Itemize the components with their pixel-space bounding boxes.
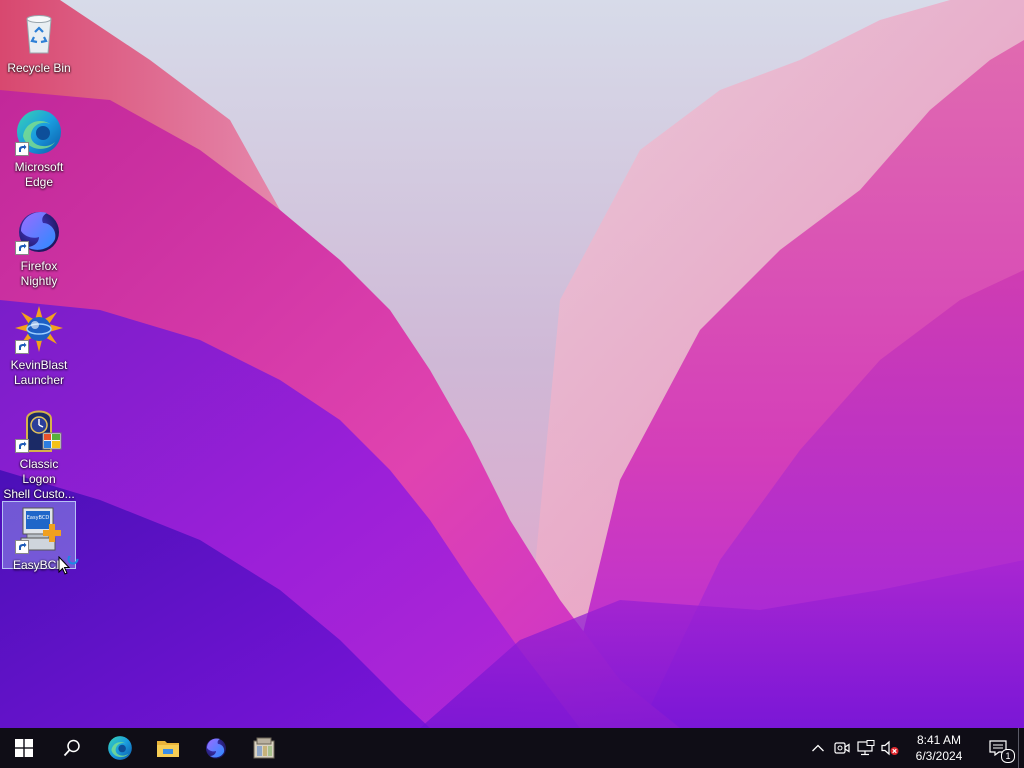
network-icon <box>857 740 875 756</box>
desktop-icon-recycle-bin[interactable]: Recycle Bin <box>2 4 76 77</box>
firefox-nightly-icon <box>206 738 226 759</box>
shortcut-arrow-icon <box>15 540 29 554</box>
desktop-icon-label: Firefox Nightly <box>20 259 58 288</box>
desktop-icon-label: Recycle Bin <box>7 61 71 75</box>
clock[interactable]: 8:41 AM 6/3/2024 <box>908 728 970 768</box>
recycle-bin-icon <box>13 7 65 59</box>
shortcut-arrow-icon <box>15 142 29 156</box>
archive-app-icon <box>253 737 275 759</box>
notification-count-badge: 1 <box>1001 749 1015 763</box>
taskbar-app-file-explorer[interactable] <box>144 728 192 768</box>
desktop-icon-microsoft-edge[interactable]: Microsoft Edge <box>2 103 76 191</box>
classic-logon-icon <box>13 403 65 455</box>
start-button[interactable] <box>0 728 48 768</box>
shortcut-arrow-icon <box>15 439 29 453</box>
clock-time: 8:41 AM <box>916 733 962 747</box>
search-button[interactable] <box>48 728 96 768</box>
file-explorer-icon <box>157 741 179 757</box>
shortcut-arrow-icon <box>15 241 29 255</box>
network-button[interactable] <box>854 728 878 768</box>
mouse-pointer-busy-icon <box>58 553 84 578</box>
chevron-up-icon <box>812 744 824 752</box>
taskbar-app-archive[interactable] <box>240 728 288 768</box>
desktop[interactable]: Recycle Bin Microsoft Edge Firefox Night… <box>0 0 1024 728</box>
show-desktop-button[interactable] <box>1018 728 1024 768</box>
svg-text:EasyBCD: EasyBCD <box>27 515 50 521</box>
desktop-icon-kevinblast-launcher[interactable]: KevinBlast Launcher <box>2 301 76 389</box>
edge-icon <box>108 736 132 760</box>
edge-icon <box>13 106 65 158</box>
action-center-button[interactable]: 1 <box>978 728 1018 768</box>
shortcut-arrow-icon <box>15 340 29 354</box>
desktop-icon-classic-logon-shell[interactable]: Classic Logon Shell Custo... <box>2 400 76 503</box>
firefox-nightly-icon <box>13 205 65 257</box>
desktop-icon-label: KevinBlast Launcher <box>10 358 68 387</box>
taskbar: 8:41 AM 6/3/2024 1 <box>0 728 1024 768</box>
clock-date: 6/3/2024 <box>915 749 963 763</box>
meet-now-button[interactable] <box>830 728 854 768</box>
meet-now-icon <box>834 742 850 754</box>
search-icon <box>63 739 80 757</box>
volume-muted-icon <box>881 740 899 756</box>
desktop-icon-firefox-nightly[interactable]: Firefox Nightly <box>2 202 76 290</box>
easybcd-icon: EasyBCD <box>13 504 65 556</box>
desktop-icon-label: Classic Logon Shell Custo... <box>3 457 75 501</box>
desktop-icon-label: Microsoft Edge <box>14 160 64 189</box>
windows-logo-icon <box>15 739 33 757</box>
volume-button[interactable] <box>878 728 902 768</box>
wallpaper <box>0 0 1024 728</box>
kevinblast-icon <box>13 304 65 356</box>
taskbar-app-edge[interactable] <box>96 728 144 768</box>
taskbar-app-firefox-nightly[interactable] <box>192 728 240 768</box>
show-hidden-icons-button[interactable] <box>806 728 830 768</box>
